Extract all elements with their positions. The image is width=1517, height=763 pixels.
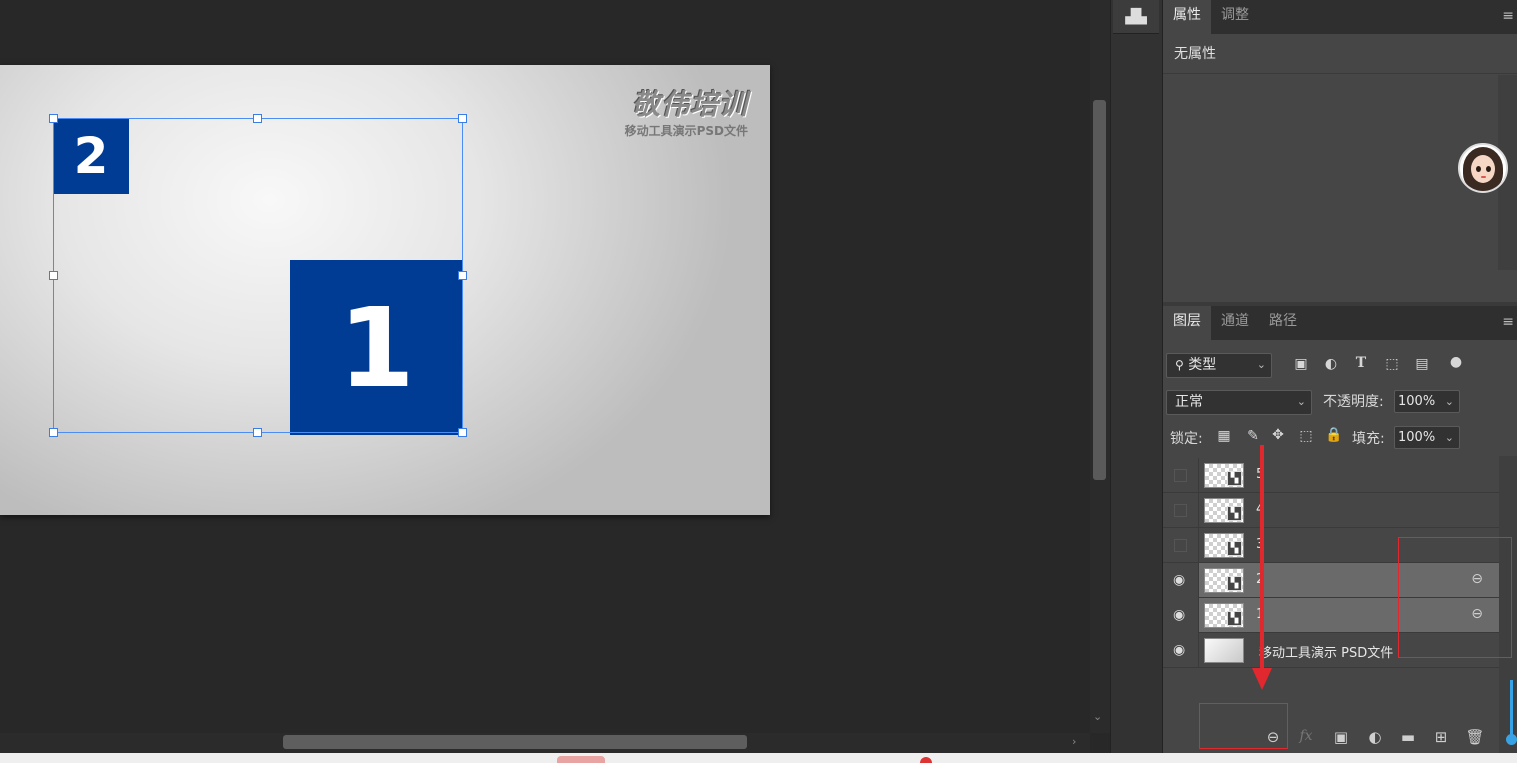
fill-value: 100% — [1398, 430, 1436, 445]
vertical-scroll-thumb[interactable] — [1093, 100, 1106, 480]
tab-channels[interactable]: 通道 — [1211, 306, 1259, 340]
mask-icon[interactable]: ▣ — [1330, 728, 1352, 746]
panel-menu-icon[interactable]: ≡ — [1502, 314, 1514, 330]
panel-slider-knob[interactable] — [1506, 734, 1517, 745]
opacity-input[interactable]: 100% ⌄ — [1394, 390, 1460, 413]
fx-icon[interactable]: fx — [1295, 728, 1317, 744]
logo-title: 敬伟培训 — [631, 88, 748, 121]
status-bar — [0, 753, 1517, 763]
divider — [1163, 73, 1517, 74]
visibility-toggle[interactable]: ◉ — [1163, 598, 1199, 633]
hidden-eye-box — [1174, 469, 1187, 482]
panel-menu-icon[interactable]: ≡ — [1502, 8, 1514, 24]
folder-icon[interactable]: ▬ — [1397, 728, 1419, 746]
hidden-eye-box — [1174, 504, 1187, 517]
layer-thumbnail: ▚ — [1204, 568, 1244, 593]
filter-label: 类型 — [1188, 357, 1217, 373]
annotation-arrow-line — [1260, 445, 1264, 670]
blend-mode-select[interactable]: 正常 ⌄ — [1166, 390, 1312, 415]
image-filter-icon[interactable]: ▣ — [1292, 356, 1310, 372]
lock-transparency-icon[interactable]: ▦ — [1215, 428, 1233, 444]
hidden-eye-box — [1174, 539, 1187, 552]
panel-dock-strip — [1110, 0, 1162, 753]
annotation-arrow-head — [1252, 668, 1272, 690]
layer-row[interactable]: ▚ 5 — [1163, 458, 1499, 493]
visibility-toggle[interactable] — [1163, 493, 1199, 528]
lock-pixels-icon[interactable]: ✎ — [1244, 428, 1262, 444]
tab-paths[interactable]: 路径 — [1259, 306, 1307, 340]
chevron-down-icon[interactable]: ⌄ — [1445, 395, 1454, 408]
avatar[interactable] — [1458, 143, 1508, 193]
opacity-value: 100% — [1398, 394, 1436, 409]
shape-filter-icon[interactable]: ⬚ — [1383, 356, 1401, 372]
eye-icon: ◉ — [1173, 607, 1186, 623]
logo-subtitle: 移动工具演示PSD文件 — [624, 124, 748, 138]
transform-handle-bl[interactable] — [49, 428, 58, 437]
smart-object-icon: ▚ — [1227, 506, 1242, 521]
annotation-box-link-icons — [1398, 537, 1512, 658]
fill-label: 填充: — [1352, 431, 1385, 447]
horizontal-scroll-thumb[interactable] — [283, 735, 747, 749]
scroll-right-icon[interactable]: › — [1072, 735, 1076, 748]
no-properties-text: 无属性 — [1174, 46, 1216, 62]
visibility-toggle[interactable] — [1163, 458, 1199, 493]
document-canvas[interactable]: 2 1 敬伟培训 移动工具演示PSD文件 — [0, 65, 770, 515]
properties-tabbar: 属性 调整 ≡ — [1163, 0, 1517, 34]
lock-artboard-icon[interactable]: ⬚ — [1297, 428, 1315, 444]
layer-thumbnail — [1204, 638, 1244, 663]
visibility-toggle[interactable]: ◉ — [1163, 563, 1199, 598]
annotation-box-link-button — [1199, 703, 1288, 749]
filter-toggle-icon[interactable]: ● — [1447, 354, 1465, 370]
fill-input[interactable]: 100% ⌄ — [1394, 426, 1460, 449]
lock-label: 锁定: — [1170, 431, 1203, 447]
lock-all-icon[interactable]: 🔒 — [1325, 427, 1343, 443]
layer-thumbnail: ▚ — [1204, 533, 1244, 558]
layer-filter-select[interactable]: ⚲ 类型 ⌄ — [1166, 353, 1272, 378]
transform-handle-tr[interactable] — [458, 114, 467, 123]
eye-icon: ◉ — [1173, 642, 1186, 658]
layer-row[interactable]: ▚ 4 — [1163, 493, 1499, 528]
lock-position-icon[interactable]: ✥ — [1269, 427, 1287, 443]
transform-bounding-box[interactable] — [53, 118, 463, 433]
blend-mode-value: 正常 — [1175, 394, 1203, 410]
status-dot — [920, 757, 932, 763]
new-layer-icon[interactable]: ⊞ — [1430, 728, 1452, 746]
transform-handle-br[interactable] — [458, 428, 467, 437]
trash-icon[interactable]: 🗑 — [1464, 728, 1486, 746]
visibility-toggle[interactable] — [1163, 528, 1199, 563]
smart-object-icon: ▚ — [1227, 576, 1242, 591]
chevron-down-icon: ⌄ — [1256, 358, 1266, 371]
transform-handle-t[interactable] — [253, 114, 262, 123]
chevron-down-icon[interactable]: ⌄ — [1445, 431, 1454, 444]
search-icon: ⚲ — [1175, 358, 1184, 372]
opacity-label: 不透明度: — [1323, 394, 1384, 410]
layer-thumbnail: ▚ — [1204, 463, 1244, 488]
histogram-icon[interactable]: ▟▙ — [1113, 0, 1159, 34]
layer-thumbnail: ▚ — [1204, 603, 1244, 628]
status-indicator — [557, 756, 605, 763]
smart-object-filter-icon[interactable]: ▤ — [1413, 356, 1431, 372]
tab-adjustments[interactable]: 调整 — [1211, 0, 1259, 34]
transform-handle-r[interactable] — [458, 271, 467, 280]
visibility-toggle[interactable]: ◉ — [1163, 633, 1199, 668]
transform-handle-b[interactable] — [253, 428, 262, 437]
smart-object-icon: ▚ — [1227, 611, 1242, 626]
tab-properties[interactable]: 属性 — [1163, 0, 1211, 34]
type-filter-icon[interactable]: T — [1352, 355, 1370, 371]
eye-icon: ◉ — [1173, 572, 1186, 588]
chevron-down-icon: ⌄ — [1296, 395, 1306, 408]
tab-layers[interactable]: 图层 — [1163, 306, 1211, 340]
layer-thumbnail: ▚ — [1204, 498, 1244, 523]
adjustment-icon[interactable]: ◐ — [1364, 728, 1386, 746]
layers-tabbar: 图层 通道 路径 ≡ — [1163, 306, 1517, 340]
layer-name[interactable]: 移动工具演示 PSD文件 — [1259, 642, 1393, 661]
transform-handle-tl[interactable] — [49, 114, 58, 123]
adjustment-filter-icon[interactable]: ◐ — [1322, 356, 1340, 372]
smart-object-icon: ▚ — [1227, 471, 1242, 486]
smart-object-icon: ▚ — [1227, 541, 1242, 556]
transform-handle-l[interactable] — [49, 271, 58, 280]
panel-slider-track[interactable] — [1510, 680, 1513, 740]
scroll-down-icon[interactable]: ⌄ — [1093, 710, 1102, 723]
